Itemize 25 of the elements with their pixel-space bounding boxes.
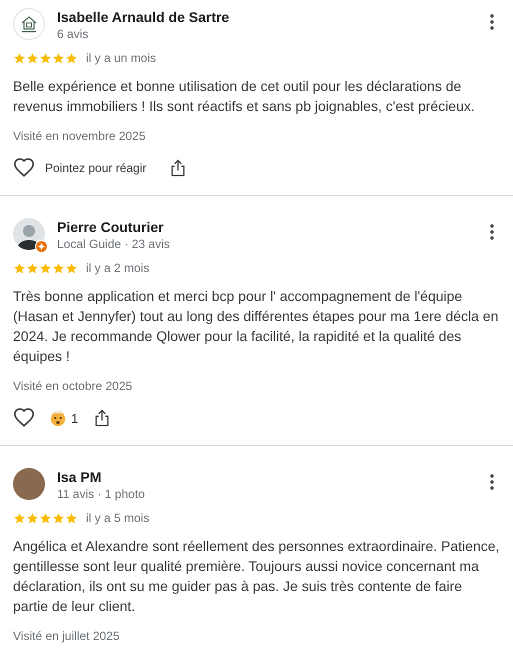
visit-date: Visité en novembre 2025 [13,129,147,143]
like-button[interactable] [13,157,35,179]
like-button[interactable] [13,407,35,429]
reviewer-stats: 6 avis [57,26,90,42]
more-vertical-icon[interactable] [490,224,494,240]
visit-date: Visité en juillet 2025 [13,629,121,643]
review-date: il y a un mois [86,51,156,65]
reviewer-name[interactable]: Isa PM [57,468,484,486]
reviewer-name[interactable]: Pierre Couturier [57,218,484,236]
review-text: Belle expérience et bonne utilisation de cet outil pour les déclarations de revenus immobiliers ! Ils sont réactifs et sans pb joignables, c'est précieux. [13,77,476,116]
review-date: il y a 5 mois [86,511,150,525]
shocked-emoji-icon[interactable] [49,409,67,427]
visit-date: Visité en octobre 2025 [13,379,134,393]
reviewer-name[interactable]: Isabelle Arnauld de Sartre [57,8,484,26]
logo-avatar-icon [13,8,45,40]
more-vertical-icon[interactable] [490,474,494,490]
reviewer-stats: Local Guide · 23 avis [57,236,171,252]
reviewer-stats: 11 avis · 1 photo [57,486,146,502]
review-text: Très bonne application et merci bcp pour l' accompagnement de l'équipe (Hasan et Jennyfer) tout au long des différentes étapes pour ma 1ere décla en 2024. Je recommande Qlower pour la facilité, la rapidité et la qualité des équipes ! [13,287,500,366]
avatar-photo-placeholder [13,468,45,500]
review-text: Angélica et Alexandre sont réellement des personnes extraordinaire. Patience, gentillesse sont leur qualité première. Toujours aussi novice concernant ma déclaration, ils ont su me guider pas à pas. Je suis très contente de faire partie de leur client. [13,537,500,616]
more-vertical-icon[interactable] [490,14,494,30]
review-date: il y a 2 mois [86,261,150,275]
reaction-prompt: Pointez pour réagir [45,161,146,175]
reaction-count: 1 [71,410,78,426]
